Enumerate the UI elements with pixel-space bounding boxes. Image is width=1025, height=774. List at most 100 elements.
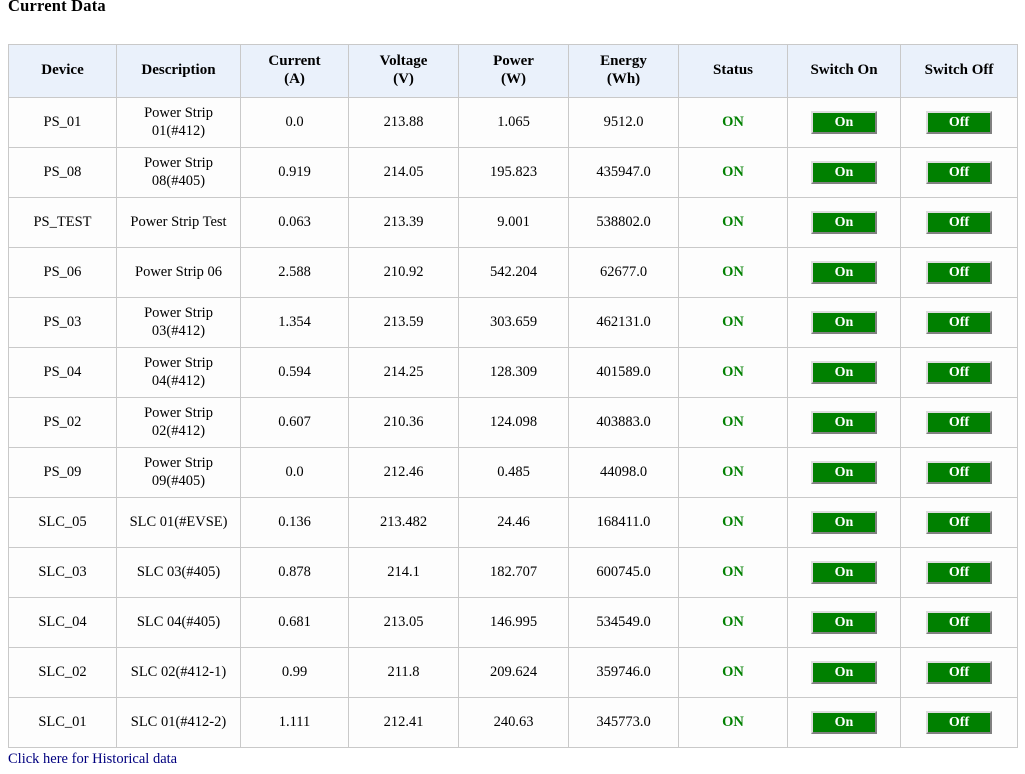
switch-on-button[interactable]: On	[811, 511, 877, 534]
cell-voltage: 213.05	[348, 597, 459, 648]
cell-switch-on: On	[787, 447, 901, 498]
cell-energy: 44098.0	[568, 447, 679, 498]
cell-switch-on: On	[787, 647, 901, 698]
cell-description-value: Power Strip 06	[135, 263, 222, 280]
switch-off-button[interactable]: Off	[926, 161, 992, 184]
cell-voltage-value: 213.88	[383, 113, 424, 130]
column-header-unit: (W)	[501, 71, 526, 87]
switch-off-button[interactable]: Off	[926, 111, 992, 134]
cell-switch-off: Off	[900, 547, 1018, 598]
cell-power: 9.001	[458, 197, 569, 248]
switch-on-button[interactable]: On	[811, 361, 877, 384]
cell-voltage: 213.59	[348, 297, 459, 348]
table-row: SLC_01 SLC 01(#412-2) 1.111 212.41 240.63 345…	[8, 697, 1018, 748]
switch-on-button[interactable]: On	[811, 211, 877, 234]
switch-off-button[interactable]: Off	[926, 661, 992, 684]
cell-energy-value: 62677.0	[599, 263, 648, 280]
switch-on-button[interactable]: On	[811, 561, 877, 584]
cell-device: PS_01	[8, 97, 117, 148]
cell-device-value: PS_08	[43, 163, 82, 180]
cell-device: SLC_05	[8, 497, 117, 548]
column-header-label: Description	[141, 62, 216, 79]
cell-power: 0.485	[458, 447, 569, 498]
switch-on-button[interactable]: On	[811, 111, 877, 134]
cell-status-value: ON	[722, 663, 744, 680]
cell-description-value: SLC 01(#EVSE)	[129, 513, 228, 530]
switch-on-button[interactable]: On	[811, 711, 877, 734]
cell-current-value: 0.681	[278, 613, 311, 630]
switch-off-button[interactable]: Off	[926, 511, 992, 534]
cell-current: 2.588	[240, 247, 349, 298]
cell-power: 146.995	[458, 597, 569, 648]
cell-power: 195.823	[458, 147, 569, 198]
table-row: PS_06 Power Strip 06 2.588 210.92 542.204 626…	[8, 247, 1018, 298]
column-header-status: Status	[678, 44, 788, 98]
switch-off-button[interactable]: Off	[926, 411, 992, 434]
cell-current-value: 1.354	[278, 313, 311, 330]
column-header-label: Status	[712, 62, 753, 79]
column-header-power: Power (W)	[458, 44, 569, 98]
cell-power: 124.098	[458, 397, 569, 448]
switch-off-button[interactable]: Off	[926, 211, 992, 234]
cell-power-value: 542.204	[489, 263, 538, 280]
switch-off-button[interactable]: Off	[926, 611, 992, 634]
cell-description-value: Power Strip 02(#412)	[144, 405, 213, 439]
cell-status: ON	[678, 347, 788, 398]
cell-energy-value: 44098.0	[599, 463, 648, 480]
cell-device: PS_02	[8, 397, 117, 448]
cell-energy-value: 345773.0	[596, 713, 651, 730]
switch-on-button[interactable]: On	[811, 611, 877, 634]
column-header-unit: (A)	[284, 71, 305, 87]
cell-switch-on: On	[787, 197, 901, 248]
switch-off-button[interactable]: Off	[926, 561, 992, 584]
column-header-switch-on: Switch On	[787, 44, 901, 98]
cell-voltage: 210.92	[348, 247, 459, 298]
cell-energy: 534549.0	[568, 597, 679, 648]
cell-energy: 345773.0	[568, 697, 679, 748]
cell-current: 0.607	[240, 397, 349, 448]
switch-on-button[interactable]: On	[811, 161, 877, 184]
switch-off-button[interactable]: Off	[926, 711, 992, 734]
historical-data-link[interactable]: Click here for Historical data	[8, 751, 177, 768]
cell-energy: 600745.0	[568, 547, 679, 598]
cell-device: SLC_02	[8, 647, 117, 698]
switch-off-button[interactable]: Off	[926, 311, 992, 334]
cell-device: PS_09	[8, 447, 117, 498]
cell-status: ON	[678, 697, 788, 748]
cell-description-value: Power Strip 03(#412)	[144, 305, 213, 339]
switch-off-button[interactable]: Off	[926, 461, 992, 484]
cell-energy-value: 462131.0	[596, 313, 651, 330]
cell-switch-on: On	[787, 347, 901, 398]
table-row: PS_08 Power Strip 08(#405) 0.919 214.05 195.…	[8, 147, 1018, 198]
cell-switch-off: Off	[900, 397, 1018, 448]
cell-description-value: SLC 04(#405)	[136, 613, 221, 630]
column-header-current: Current (A)	[240, 44, 349, 98]
cell-status-value: ON	[722, 463, 744, 480]
cell-voltage: 213.88	[348, 97, 459, 148]
cell-voltage-value: 211.8	[387, 663, 420, 680]
switch-off-button[interactable]: Off	[926, 261, 992, 284]
cell-current: 0.878	[240, 547, 349, 598]
cell-device: PS_08	[8, 147, 117, 198]
cell-power-value: 24.46	[497, 513, 530, 530]
switch-off-button[interactable]: Off	[926, 361, 992, 384]
cell-device: SLC_01	[8, 697, 117, 748]
cell-energy: 538802.0	[568, 197, 679, 248]
cell-switch-off: Off	[900, 347, 1018, 398]
table-row: PS_09 Power Strip 09(#405) 0.0 212.46 0.485 4…	[8, 447, 1018, 498]
table-row: SLC_04 SLC 04(#405) 0.681 213.05 146.995 5345…	[8, 597, 1018, 648]
cell-power-value: 303.659	[489, 313, 538, 330]
cell-device-value: PS_01	[43, 113, 82, 130]
cell-description-value: Power Strip 09(#405)	[144, 455, 213, 489]
column-header-label: Power	[493, 53, 534, 70]
current-data-table: Device Description Current (A) Voltage (V) Pow…	[8, 44, 1018, 748]
cell-switch-on: On	[787, 697, 901, 748]
switch-on-button[interactable]: On	[811, 461, 877, 484]
cell-current: 0.681	[240, 597, 349, 648]
switch-on-button[interactable]: On	[811, 411, 877, 434]
cell-current-value: 0.878	[278, 563, 311, 580]
cell-current: 1.111	[240, 697, 349, 748]
switch-on-button[interactable]: On	[811, 261, 877, 284]
switch-on-button[interactable]: On	[811, 661, 877, 684]
switch-on-button[interactable]: On	[811, 311, 877, 334]
